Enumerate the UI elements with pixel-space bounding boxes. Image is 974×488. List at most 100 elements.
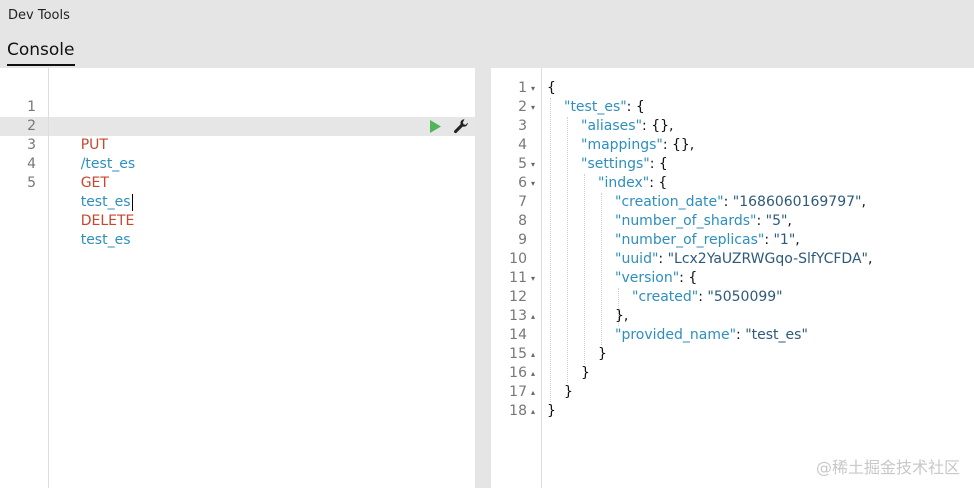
json-punctuation: } bbox=[581, 365, 590, 381]
response-viewer: 1 ▾{2 ▾ "test_es": {3 "aliases": {}, 4 "mappin… bbox=[491, 68, 974, 488]
http-method: GET bbox=[80, 175, 109, 191]
json-string: "5" bbox=[765, 213, 788, 229]
line-number: 6 bbox=[518, 175, 527, 191]
line-number: 3 bbox=[518, 118, 527, 134]
json-code: "version": { bbox=[615, 269, 697, 288]
line-number: 16 bbox=[509, 365, 527, 381]
fold-collapse-icon[interactable]: ▾ bbox=[531, 155, 535, 174]
json-punctuation: : {}, bbox=[642, 118, 674, 134]
json-punctuation: : { bbox=[649, 156, 668, 172]
indent-guide bbox=[550, 98, 551, 402]
json-code: "number_of_replicas": "1", bbox=[615, 231, 800, 250]
json-code: } bbox=[547, 402, 556, 421]
json-punctuation: : bbox=[698, 289, 708, 305]
wrench-icon[interactable] bbox=[452, 118, 469, 135]
editor-line[interactable]: 1 PUT /test_es bbox=[0, 79, 135, 172]
json-string: "5050099" bbox=[707, 289, 783, 305]
json-punctuation: }, bbox=[615, 308, 629, 324]
request-editor[interactable]: 1 PUT /test_es 2 3 GET test_es 4 5 DELET… bbox=[0, 68, 475, 488]
json-key: "mappings" bbox=[581, 137, 663, 153]
line-number: 5 bbox=[518, 156, 527, 172]
json-punctuation: : { bbox=[626, 99, 645, 115]
indent-guide bbox=[584, 174, 585, 364]
json-code: "mappings": {}, bbox=[581, 136, 694, 155]
json-key: "created" bbox=[632, 289, 699, 305]
json-code: { bbox=[547, 79, 556, 98]
line-number: 18 bbox=[509, 403, 527, 419]
json-string: "1" bbox=[773, 232, 796, 248]
fold-expand-icon[interactable]: ▴ bbox=[531, 402, 535, 421]
json-key: "number_of_replicas" bbox=[615, 232, 765, 248]
json-punctuation: : bbox=[658, 251, 668, 267]
json-punctuation: } bbox=[564, 384, 573, 400]
play-icon[interactable] bbox=[427, 118, 443, 135]
line-number: 5 bbox=[27, 175, 36, 191]
json-punctuation: : bbox=[736, 327, 746, 343]
fold-collapse-icon[interactable]: ▾ bbox=[531, 98, 535, 117]
http-method: DELETE bbox=[80, 213, 135, 229]
json-key: "aliases" bbox=[581, 118, 643, 134]
line-number: 2 bbox=[518, 99, 527, 115]
json-punctuation: , bbox=[861, 194, 866, 210]
json-code: "provided_name": "test_es" bbox=[615, 326, 808, 345]
line-number: 10 bbox=[509, 251, 527, 267]
line-number: 11 bbox=[509, 270, 527, 286]
json-code: } bbox=[598, 345, 607, 364]
json-key: "provided_name" bbox=[615, 327, 737, 343]
json-punctuation: : { bbox=[649, 175, 668, 191]
line-number: 9 bbox=[518, 232, 527, 248]
json-key: "number_of_shards" bbox=[615, 213, 757, 229]
json-code: "settings": { bbox=[581, 155, 668, 174]
fold-expand-icon[interactable]: ▴ bbox=[531, 383, 535, 402]
json-code: } bbox=[581, 364, 590, 383]
json-punctuation: { bbox=[547, 80, 556, 96]
json-string: "Lcx2YaUZRWGqo-SlfYCFDA" bbox=[667, 251, 868, 267]
http-method: PUT bbox=[80, 137, 108, 153]
json-punctuation: : bbox=[756, 213, 766, 229]
json-code: "uuid": "Lcx2YaUZRWGqo-SlfYCFDA", bbox=[615, 250, 872, 269]
line-number: 14 bbox=[509, 327, 527, 343]
json-punctuation: , bbox=[868, 251, 873, 267]
request-path: test_es bbox=[80, 232, 131, 248]
json-code: "index": { bbox=[598, 174, 667, 193]
line-number: 12 bbox=[509, 289, 527, 305]
line-number: 15 bbox=[509, 346, 527, 362]
json-punctuation: , bbox=[787, 213, 792, 229]
line-number: 13 bbox=[509, 308, 527, 324]
json-key: "version" bbox=[615, 270, 680, 286]
line-number: 17 bbox=[509, 384, 527, 400]
editor-line[interactable]: 4 bbox=[0, 136, 36, 172]
fold-expand-icon[interactable]: ▴ bbox=[531, 307, 535, 326]
line-number: 1 bbox=[518, 80, 527, 96]
json-code: } bbox=[564, 383, 573, 402]
json-punctuation: } bbox=[598, 346, 607, 362]
editor-line[interactable]: 2 bbox=[0, 98, 36, 134]
app-title: Dev Tools bbox=[8, 8, 70, 23]
json-key: "settings" bbox=[581, 156, 650, 172]
fold-expand-icon[interactable]: ▴ bbox=[531, 364, 535, 383]
json-string: "1686060169797" bbox=[732, 194, 862, 210]
json-punctuation: : { bbox=[679, 270, 698, 286]
line-number: 8 bbox=[518, 213, 527, 229]
pane-resizer[interactable] bbox=[475, 68, 491, 488]
json-code: "aliases": {}, bbox=[581, 117, 673, 136]
tab-console[interactable]: Console bbox=[7, 40, 75, 66]
line-number: 7 bbox=[518, 194, 527, 210]
json-key: "creation_date" bbox=[615, 194, 724, 210]
json-code: }, bbox=[615, 307, 628, 326]
fold-collapse-icon[interactable]: ▾ bbox=[531, 269, 535, 288]
json-key: "index" bbox=[598, 175, 650, 191]
fold-collapse-icon[interactable]: ▾ bbox=[531, 174, 535, 193]
fold-expand-icon[interactable]: ▴ bbox=[531, 345, 535, 364]
json-code: "creation_date": "1686060169797", bbox=[615, 193, 866, 212]
top-bar: Dev Tools Console bbox=[0, 0, 974, 68]
json-key: "test_es" bbox=[564, 99, 627, 115]
editor-line[interactable]: 5 DELETE test_es bbox=[0, 155, 134, 248]
fold-collapse-icon[interactable]: ▾ bbox=[531, 79, 535, 98]
json-key: "uuid" bbox=[615, 251, 659, 267]
watermark: @稀土掘金技术社区 bbox=[815, 458, 960, 477]
json-punctuation: : {}, bbox=[662, 137, 695, 153]
json-punctuation: : bbox=[723, 194, 733, 210]
editor-line-active[interactable]: 3 GET test_es bbox=[0, 117, 133, 211]
line-number: 4 bbox=[518, 137, 527, 153]
